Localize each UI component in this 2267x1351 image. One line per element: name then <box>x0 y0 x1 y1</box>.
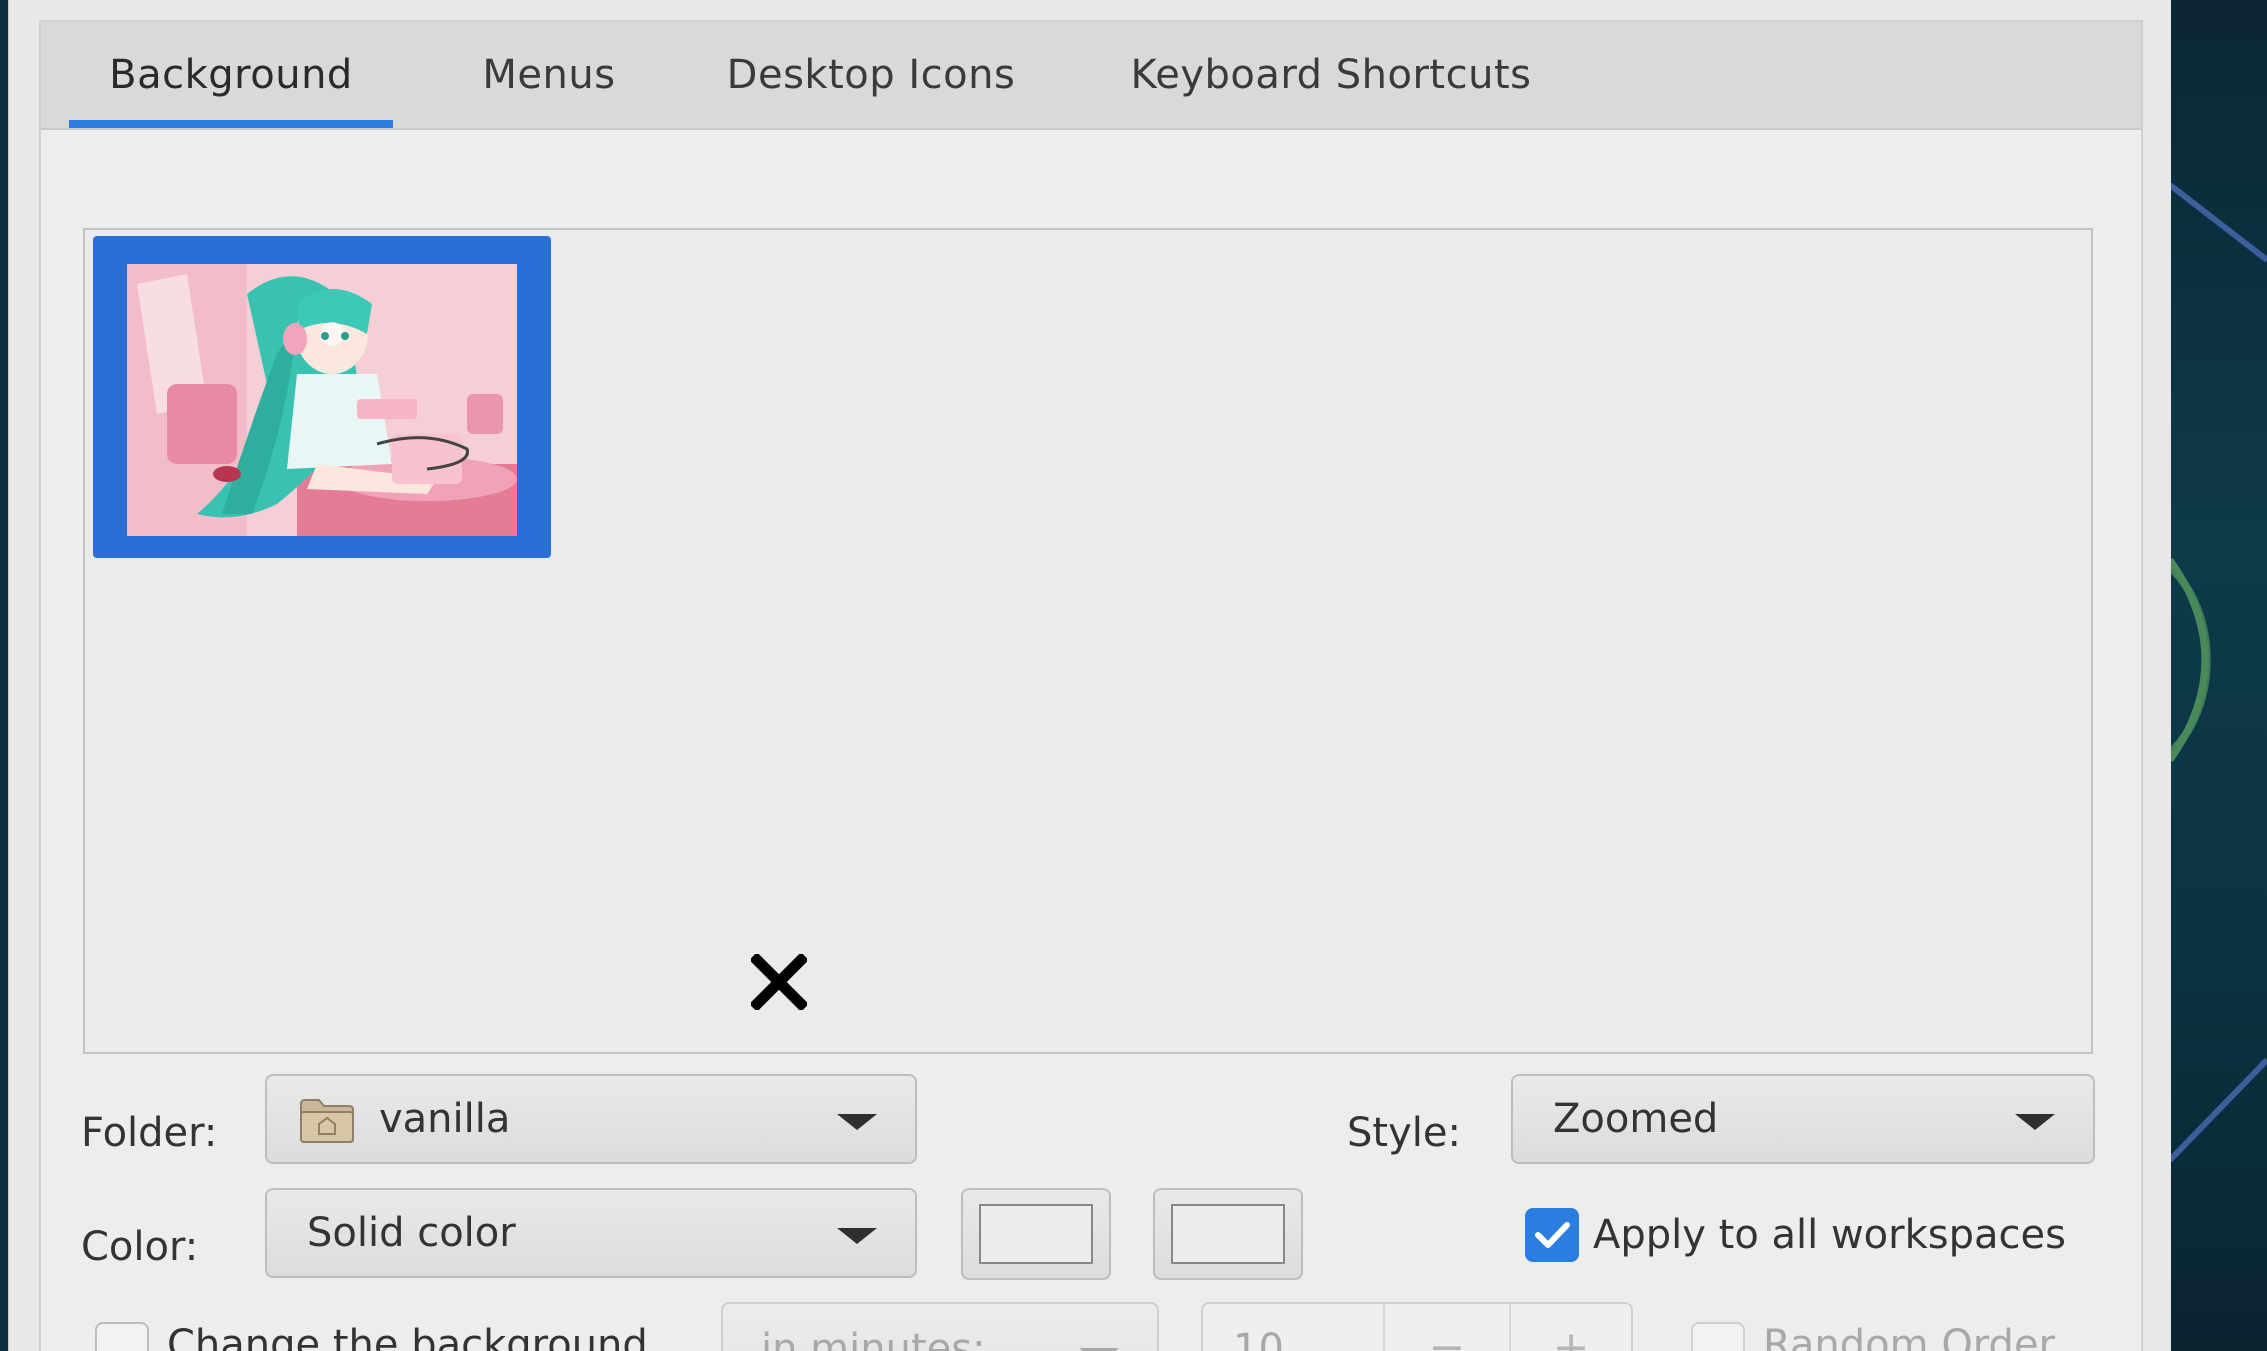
minus-icon: − <box>1428 1322 1466 1351</box>
style-combobox[interactable]: Zoomed <box>1511 1074 2095 1164</box>
desktop-settings-window: Background Menus Desktop Icons Keyboard … <box>8 0 2171 1351</box>
active-tab-indicator <box>69 120 393 128</box>
tab-background-label: Background <box>109 52 353 98</box>
tab-menus[interactable]: Menus <box>449 22 649 128</box>
x-cursor-icon <box>751 954 807 1010</box>
color-label: Color: <box>81 1224 199 1270</box>
chevron-down-icon <box>2015 1114 2055 1130</box>
style-value: Zoomed <box>1553 1096 1719 1142</box>
chevron-down-icon <box>837 1114 877 1130</box>
interval-unit-combobox[interactable]: in minutes: <box>721 1302 1159 1351</box>
tab-desktop-icons[interactable]: Desktop Icons <box>701 22 1041 128</box>
change-background-checkbox[interactable] <box>95 1322 149 1351</box>
wallpaper-icon-view[interactable] <box>83 228 2093 1054</box>
interval-increment-button[interactable]: + <box>1511 1304 1631 1351</box>
apply-all-workspaces-label: Apply to all workspaces <box>1593 1212 2066 1258</box>
plus-icon: + <box>1552 1322 1590 1351</box>
screen: Background Menus Desktop Icons Keyboard … <box>0 0 2267 1351</box>
desktop-background <box>2170 0 2267 1351</box>
primary-color-button[interactable] <box>961 1188 1111 1280</box>
secondary-color-swatch <box>1171 1204 1285 1264</box>
style-label: Style: <box>1347 1110 1461 1156</box>
wallpaper-thumbnail-selected[interactable] <box>93 236 551 558</box>
color-value: Solid color <box>307 1210 516 1256</box>
interval-value: 10 <box>1233 1326 1284 1351</box>
color-combobox[interactable]: Solid color <box>265 1188 917 1278</box>
folder-home-icon <box>300 1099 354 1143</box>
folder-combobox[interactable]: vanilla <box>265 1074 917 1164</box>
wallpaper-thumbnail-image <box>127 264 517 536</box>
primary-color-swatch <box>979 1204 1093 1264</box>
tab-keyboard-shortcuts[interactable]: Keyboard Shortcuts <box>1111 22 1551 128</box>
tab-bar: Background Menus Desktop Icons Keyboard … <box>41 22 2141 130</box>
checkmark-icon <box>1535 1222 1570 1248</box>
folder-label: Folder: <box>81 1110 218 1156</box>
interval-decrement-button[interactable]: − <box>1385 1304 1509 1351</box>
chevron-down-icon <box>837 1228 877 1244</box>
tab-keyboard-shortcuts-label: Keyboard Shortcuts <box>1130 52 1532 98</box>
change-background-label: Change the background <box>167 1322 648 1351</box>
random-order-checkbox[interactable] <box>1691 1322 1745 1351</box>
tab-menus-label: Menus <box>482 52 616 98</box>
tab-background[interactable]: Background <box>69 22 393 128</box>
random-order-label: Random Order <box>1763 1322 2055 1351</box>
secondary-color-button[interactable] <box>1153 1188 1303 1280</box>
interval-spinbutton[interactable]: 10 − + <box>1201 1302 1633 1351</box>
tab-desktop-icons-label: Desktop Icons <box>726 52 1016 98</box>
settings-notebook: Background Menus Desktop Icons Keyboard … <box>39 20 2143 1351</box>
interval-unit-value: in minutes: <box>761 1326 986 1351</box>
folder-value: vanilla <box>379 1096 511 1142</box>
apply-all-workspaces-checkbox[interactable] <box>1525 1208 1579 1262</box>
